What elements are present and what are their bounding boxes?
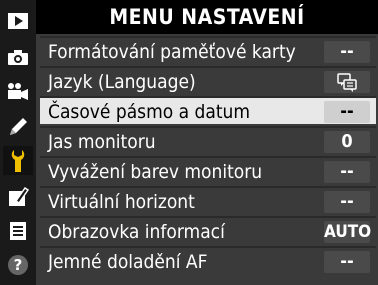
menu-item-language[interactable]: Jazyk (Language) bbox=[40, 66, 376, 94]
playback-icon bbox=[8, 12, 28, 29]
menu-item-monitor-brightness[interactable]: Jas monitoru 0 bbox=[40, 126, 376, 154]
menu-item-value: -- bbox=[324, 251, 370, 273]
menu-item-value: -- bbox=[324, 191, 370, 213]
menu-item-info-display[interactable]: Obrazovka informací AUTO bbox=[40, 216, 376, 244]
menu-list: Formátování paměťové karty -- Jazyk (Lan… bbox=[36, 34, 378, 285]
menu-item-label: Jemné doladění AF bbox=[48, 251, 208, 273]
pencil-icon bbox=[10, 117, 27, 135]
video-icon bbox=[8, 82, 28, 100]
wrench-icon bbox=[11, 149, 25, 172]
menu-item-value: -- bbox=[324, 41, 370, 63]
menu-item-value: AUTO bbox=[324, 221, 372, 243]
setup-tab[interactable] bbox=[3, 146, 33, 175]
menu-item-value: -- bbox=[324, 161, 370, 183]
menu-item-monitor-color-balance[interactable]: Vyvážení barev monitoru -- bbox=[40, 156, 376, 184]
menu-item-virtual-horizon[interactable]: Virtuální horizont -- bbox=[40, 186, 376, 214]
menu-item-label: Vyvážení barev monitoru bbox=[48, 161, 263, 183]
menu-item-format-card[interactable]: Formátování paměťové karty -- bbox=[40, 36, 376, 64]
menu-item-value: 0 bbox=[324, 131, 370, 153]
language-icon bbox=[337, 73, 357, 92]
menu-item-af-fine-tune[interactable]: Jemné doladění AF -- bbox=[40, 246, 376, 274]
menu-item-value: -- bbox=[324, 101, 370, 123]
camera-icon bbox=[8, 49, 28, 65]
menu-tabs-sidebar: ? bbox=[0, 0, 36, 285]
movie-tab[interactable] bbox=[3, 76, 33, 105]
menu-item-label: Formátování paměťové karty bbox=[48, 41, 296, 63]
menu-item-label: Virtuální horizont bbox=[48, 191, 195, 213]
menu-item-value bbox=[324, 71, 370, 93]
custom-settings-tab[interactable] bbox=[3, 112, 33, 141]
menu-item-label: Jas monitoru bbox=[48, 131, 156, 153]
menu-item-label: Obrazovka informací bbox=[48, 221, 225, 243]
my-menu-icon bbox=[10, 221, 26, 240]
menu-title: MENU NASTAVENÍ bbox=[36, 0, 378, 34]
my-menu-tab[interactable] bbox=[3, 216, 33, 245]
shooting-tab[interactable] bbox=[3, 42, 33, 71]
playback-tab[interactable] bbox=[3, 6, 33, 35]
menu-item-label: Časové pásmo a datum bbox=[48, 101, 251, 123]
retouch-tab[interactable] bbox=[3, 182, 33, 211]
retouch-icon bbox=[9, 186, 30, 206]
svg-text:?: ? bbox=[14, 256, 23, 274]
help-icon: ? bbox=[8, 254, 28, 275]
menu-item-time-zone-date[interactable]: Časové pásmo a datum -- bbox=[40, 96, 376, 124]
menu-item-label: Jazyk (Language) bbox=[48, 71, 196, 93]
help-tab[interactable]: ? bbox=[3, 250, 33, 279]
